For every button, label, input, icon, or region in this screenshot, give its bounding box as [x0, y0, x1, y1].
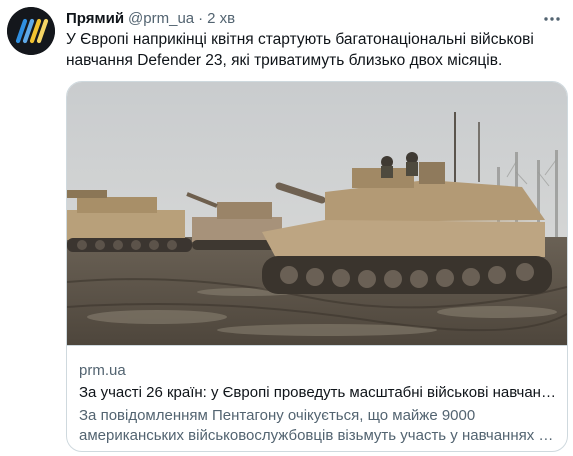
card-title[interactable]: За участі 26 країн: у Європі проведуть м…	[79, 383, 557, 403]
timestamp[interactable]: 2 хв	[207, 10, 235, 27]
user-handle[interactable]: @prm_ua	[128, 10, 194, 27]
more-button[interactable]	[541, 8, 563, 30]
tweet-text: У Європі наприкінці квітня стартують баг…	[66, 31, 534, 69]
card-description: За повідомленням Пентагону очікується, щ…	[79, 407, 554, 444]
tanks-photo	[67, 82, 567, 345]
prm-logo-icon	[7, 7, 55, 55]
link-card[interactable]: prm.ua За участі 26 країн: у Європі пров…	[66, 81, 568, 452]
separator-dot: ·	[198, 10, 204, 27]
avatar[interactable]	[7, 7, 55, 55]
card-image[interactable]	[67, 82, 567, 346]
more-horizontal-icon	[544, 17, 560, 21]
tweet[interactable]: Прямий @prm_ua · 2 хв У Європі наприкінці к…	[0, 0, 573, 456]
display-name[interactable]: Прямий	[66, 10, 124, 27]
tweet-header: Прямий @prm_ua · 2 хв	[66, 9, 533, 29]
card-domain: prm.ua	[79, 362, 126, 379]
